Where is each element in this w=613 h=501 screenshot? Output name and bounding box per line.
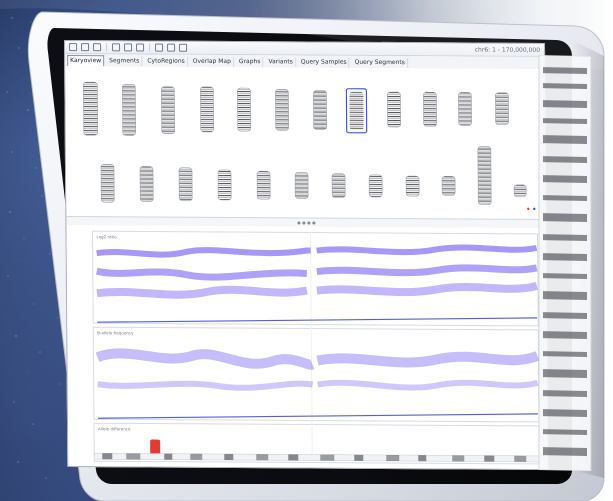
chromosome[interactable] bbox=[161, 86, 176, 134]
chromosome[interactable] bbox=[275, 89, 289, 131]
side-ideogram bbox=[538, 55, 592, 472]
tab-label: Segments bbox=[109, 57, 140, 65]
tab-query-segments[interactable]: Query Segments bbox=[352, 57, 408, 69]
chromosome[interactable] bbox=[331, 173, 346, 199]
chromosome[interactable] bbox=[100, 163, 115, 203]
chromosome[interactable] bbox=[178, 167, 193, 202]
app-window: chr6: 1 - 170,000,000 Karyoview Segments… bbox=[64, 40, 549, 470]
toolbar-separator bbox=[106, 43, 108, 52]
handle-dot bbox=[311, 221, 315, 225]
open-folder-icon[interactable] bbox=[81, 43, 90, 52]
status-dot-blue bbox=[533, 207, 536, 211]
track-label: Allele difference bbox=[98, 426, 131, 431]
chromosome-row-bottom bbox=[100, 146, 527, 205]
chromosome[interactable] bbox=[423, 91, 437, 127]
chromosome[interactable] bbox=[256, 170, 271, 200]
tab-label: Query Segments bbox=[354, 58, 405, 67]
chromosome[interactable] bbox=[83, 81, 99, 136]
chromosome[interactable] bbox=[368, 174, 383, 198]
tab-label: Overlap Map bbox=[192, 57, 231, 66]
chromosome[interactable] bbox=[458, 92, 472, 126]
chromosome[interactable] bbox=[294, 172, 309, 199]
tab-label: Variants bbox=[268, 58, 293, 66]
handle-dot bbox=[296, 220, 300, 224]
filter-icon[interactable] bbox=[167, 43, 176, 52]
refresh-icon[interactable] bbox=[136, 43, 145, 52]
track-label: Log2 ratio bbox=[97, 234, 118, 239]
toolbar-spacer bbox=[191, 48, 471, 50]
chromosome[interactable] bbox=[313, 90, 327, 130]
chromosome-row-top bbox=[83, 81, 509, 136]
chromosome[interactable] bbox=[237, 87, 251, 132]
tab-karyoview[interactable]: Karyoview bbox=[67, 55, 105, 67]
handle-dot bbox=[301, 220, 305, 224]
tab-variants[interactable]: Variants bbox=[266, 57, 296, 68]
status-dot-red bbox=[527, 207, 530, 211]
tab-overlap-map[interactable]: Overlap Map bbox=[190, 56, 234, 68]
genome-plot: Log2 ratio B-allele frequency Allele dif… bbox=[66, 225, 548, 469]
track-label: B-allele frequency bbox=[97, 330, 134, 335]
new-file-icon[interactable] bbox=[69, 43, 78, 52]
chromosome[interactable] bbox=[200, 86, 214, 133]
handle-dot bbox=[306, 220, 310, 225]
help-icon[interactable] bbox=[179, 43, 188, 52]
tab-label: CytoRegions bbox=[147, 57, 185, 65]
chromosome[interactable] bbox=[387, 91, 401, 128]
zoom-in-icon[interactable] bbox=[112, 43, 121, 52]
tab-label: Karyoview bbox=[70, 57, 102, 65]
chromosome[interactable] bbox=[122, 84, 137, 136]
genome-position: chr6: 1 - 170,000,000 bbox=[474, 46, 541, 54]
tab-segments[interactable]: Segments bbox=[107, 56, 143, 67]
chromosome[interactable] bbox=[513, 184, 527, 198]
tab-label: Query Samples bbox=[300, 58, 347, 66]
chromosome[interactable] bbox=[139, 166, 154, 202]
chromosome[interactable] bbox=[405, 175, 420, 197]
chromosome[interactable] bbox=[217, 169, 232, 201]
tab-graphs[interactable]: Graphs bbox=[236, 57, 264, 68]
chromosome[interactable] bbox=[477, 146, 492, 205]
toolbar-separator bbox=[149, 43, 151, 52]
chromosome[interactable] bbox=[441, 176, 456, 196]
zoom-out-icon[interactable] bbox=[124, 43, 133, 52]
selected-chromosome[interactable] bbox=[345, 88, 368, 134]
chromosome[interactable] bbox=[495, 92, 509, 126]
karyogram-panel bbox=[65, 66, 546, 220]
tab-cytoregions[interactable]: CytoRegions bbox=[145, 56, 188, 67]
save-icon[interactable] bbox=[93, 43, 102, 52]
tab-label: Graphs bbox=[238, 58, 261, 66]
tab-query-samples[interactable]: Query Samples bbox=[298, 57, 350, 68]
settings-icon[interactable] bbox=[155, 43, 164, 52]
